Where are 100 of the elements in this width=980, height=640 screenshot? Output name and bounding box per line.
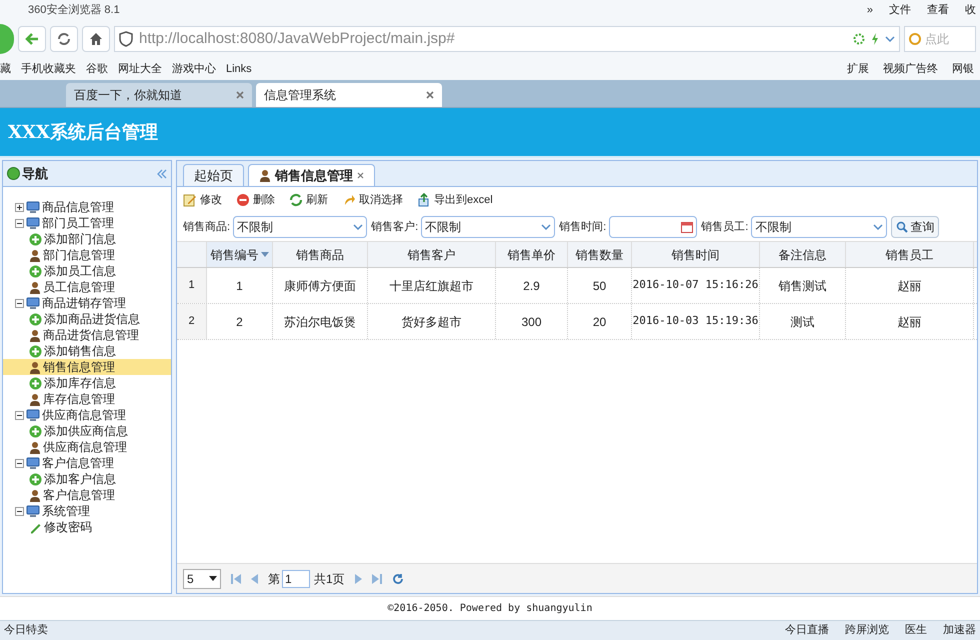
tree-node[interactable]: 添加供应商信息 bbox=[3, 423, 171, 439]
browser-tab[interactable]: 信息管理系统 bbox=[256, 83, 442, 107]
tree-node[interactable]: 员工信息管理 bbox=[3, 279, 171, 295]
bookmark-item[interactable]: 手机收藏夹 bbox=[21, 60, 76, 78]
tree-node[interactable]: 添加库存信息 bbox=[3, 375, 171, 391]
tree-node[interactable]: 客户信息管理 bbox=[15, 455, 171, 471]
back-arrow-icon bbox=[25, 32, 39, 46]
tree-node[interactable]: 商品进货信息管理 bbox=[3, 327, 171, 343]
toolbar-button[interactable]: 修改 bbox=[183, 192, 222, 208]
column-header[interactable]: 销售编号 bbox=[207, 242, 273, 267]
tree-label: 销售信息管理 bbox=[43, 359, 115, 376]
collapse-box-icon[interactable] bbox=[15, 218, 24, 228]
tree-node[interactable]: 系统管理 bbox=[15, 503, 171, 519]
bookmark-item[interactable]: 谷歌 bbox=[86, 60, 108, 78]
toolbar-button[interactable]: 刷新 bbox=[289, 192, 328, 208]
menu-item[interactable]: 文件 bbox=[889, 2, 911, 18]
page-size-select[interactable]: 5 bbox=[183, 568, 221, 588]
collapse-box-icon[interactable] bbox=[15, 410, 24, 420]
collapse-box-icon[interactable] bbox=[15, 506, 24, 516]
tree-label: 部门信息管理 bbox=[43, 247, 115, 264]
content-tab[interactable]: 销售信息管理 bbox=[248, 164, 375, 186]
plus-circle-icon bbox=[29, 344, 42, 358]
back-button[interactable] bbox=[18, 26, 46, 52]
refresh-icon[interactable] bbox=[392, 572, 404, 584]
nav-title: 导航 bbox=[22, 164, 48, 183]
bookmark-item[interactable]: 网址大全 bbox=[118, 60, 162, 78]
tree-label: 商品进销存管理 bbox=[42, 295, 126, 312]
tree-node[interactable]: 部门信息管理 bbox=[3, 247, 171, 263]
table-cell: 赵丽 bbox=[846, 304, 974, 339]
tree-node[interactable]: 库存信息管理 bbox=[3, 391, 171, 407]
tree-node[interactable]: 修改密码 bbox=[3, 519, 171, 535]
tree-node[interactable]: 供应商信息管理 bbox=[15, 407, 171, 423]
tree-node[interactable]: 添加员工信息 bbox=[3, 263, 171, 279]
filter-label: 销售商品: bbox=[183, 220, 230, 235]
query-button[interactable]: 查询 bbox=[891, 216, 940, 238]
home-button[interactable] bbox=[82, 26, 110, 52]
computer-icon bbox=[26, 200, 40, 214]
status-item[interactable]: 加速器 bbox=[943, 622, 976, 639]
column-header[interactable]: 销售数量 bbox=[568, 242, 632, 267]
shield-icon bbox=[119, 31, 133, 47]
tree-node[interactable]: 添加客户信息 bbox=[3, 471, 171, 487]
toolbar-button[interactable]: 导出到excel bbox=[417, 192, 493, 208]
menu-item[interactable]: » bbox=[866, 2, 873, 18]
column-header[interactable]: 销售客户 bbox=[368, 242, 496, 267]
reload-button[interactable] bbox=[50, 26, 78, 52]
bookmark-item[interactable]: 藏 bbox=[0, 60, 11, 78]
tree-node[interactable]: 商品信息管理 bbox=[15, 199, 171, 215]
url-text: http://localhost:8080/JavaWebProject/main.jsp# bbox=[139, 28, 455, 49]
status-item[interactable]: 跨屏浏览 bbox=[845, 622, 889, 639]
collapse-icon[interactable] bbox=[157, 168, 167, 178]
tree-node[interactable]: 添加商品进货信息 bbox=[3, 311, 171, 327]
tree-node[interactable]: 商品进销存管理 bbox=[15, 295, 171, 311]
bookmark-item[interactable]: 游戏中心 bbox=[172, 60, 216, 78]
close-icon[interactable] bbox=[236, 91, 244, 99]
tree-node[interactable]: 部门员工管理 bbox=[15, 215, 171, 231]
collapse-box-icon[interactable] bbox=[15, 298, 24, 308]
filter-select[interactable]: 不限制 bbox=[233, 216, 368, 238]
menu-item[interactable]: 收 bbox=[965, 2, 976, 18]
filter-select[interactable]: 不限制 bbox=[421, 216, 556, 238]
browser-tab[interactable]: 百度一下，你就知道 bbox=[66, 83, 252, 107]
pencil-icon bbox=[183, 193, 197, 207]
content-tab[interactable]: 起始页 bbox=[183, 164, 244, 186]
plus-circle-icon bbox=[29, 232, 42, 246]
toolbar-button[interactable]: 取消选择 bbox=[342, 192, 403, 208]
chevron-down-icon bbox=[873, 224, 884, 230]
tree-node[interactable]: 供应商信息管理 bbox=[3, 439, 171, 455]
column-header[interactable]: 销售时间 bbox=[632, 242, 760, 267]
table-cell: 2.9 bbox=[496, 268, 568, 303]
tree-label: 添加客户信息 bbox=[44, 471, 116, 488]
tree-node[interactable]: 添加销售信息 bbox=[3, 343, 171, 359]
tree-node[interactable]: 添加部门信息 bbox=[3, 231, 171, 247]
bookmark-item[interactable]: 扩展 bbox=[847, 60, 869, 78]
browser-title: 360安全浏览器 8.1 bbox=[28, 2, 120, 18]
tree-label: 供应商信息管理 bbox=[42, 407, 126, 424]
date-field[interactable] bbox=[609, 216, 698, 238]
column-header[interactable]: 销售员工 bbox=[846, 242, 974, 267]
menu-item[interactable]: 查看 bbox=[927, 2, 949, 18]
column-header[interactable]: 备注信息 bbox=[760, 242, 846, 267]
toolbar-button[interactable]: 删除 bbox=[236, 192, 275, 208]
bookmark-item[interactable]: Links bbox=[226, 60, 252, 78]
column-header[interactable]: 销售商品 bbox=[273, 242, 368, 267]
status-text: 今日特卖 bbox=[4, 623, 48, 638]
tree-node[interactable]: 销售信息管理 bbox=[3, 359, 171, 375]
close-icon[interactable] bbox=[357, 172, 364, 179]
bookmark-item[interactable]: 网银 bbox=[952, 60, 974, 78]
address-bar[interactable]: http://localhost:8080/JavaWebProject/main.jsp# bbox=[114, 26, 900, 52]
table-cell: 苏泊尔电饭煲 bbox=[273, 304, 368, 339]
status-item[interactable]: 今日直播 bbox=[785, 622, 829, 639]
tree-node[interactable]: 客户信息管理 bbox=[3, 487, 171, 503]
status-item[interactable]: 医生 bbox=[905, 622, 927, 639]
calendar-icon bbox=[681, 221, 694, 233]
page-input[interactable]: 1 bbox=[282, 570, 310, 588]
plus-circle-icon bbox=[29, 424, 42, 438]
export-icon bbox=[417, 193, 431, 207]
expand-box-icon[interactable] bbox=[15, 202, 24, 212]
column-header[interactable]: 销售单价 bbox=[496, 242, 568, 267]
filter-select[interactable]: 不限制 bbox=[751, 216, 888, 238]
collapse-box-icon[interactable] bbox=[15, 458, 24, 468]
bookmark-item[interactable]: 视频广告终 bbox=[883, 60, 938, 78]
close-icon[interactable] bbox=[426, 91, 434, 99]
